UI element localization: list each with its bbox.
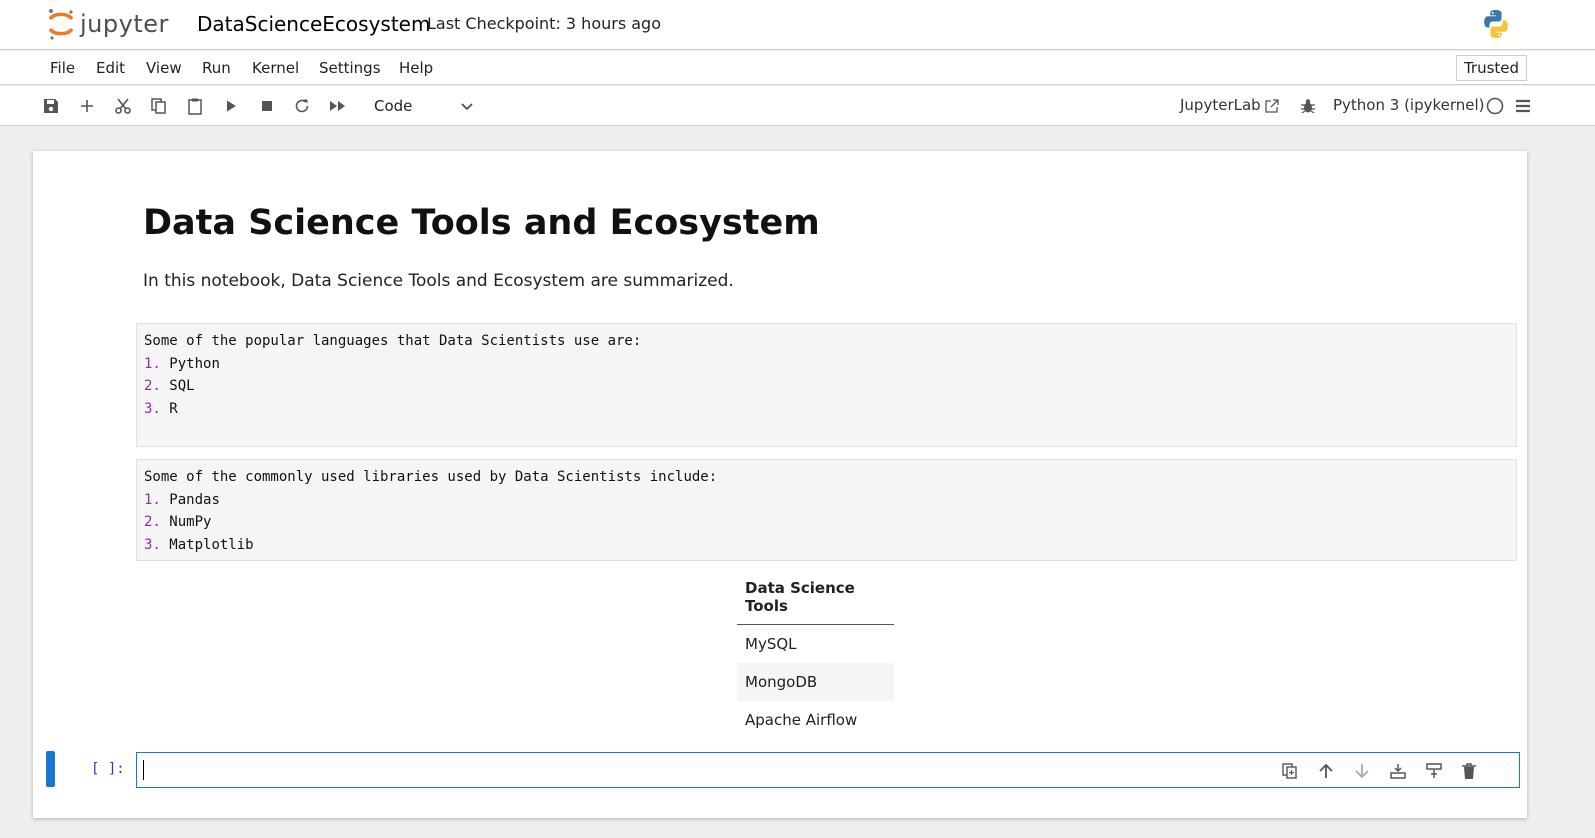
notebook-panel: Data Science Tools and Ecosystem In this… [33,151,1527,818]
list-item: Pandas [169,491,220,508]
text-cursor [143,760,144,780]
stop-icon[interactable] [256,95,278,117]
menu-edit[interactable]: Edit [96,59,125,77]
list-number: 2. [144,514,161,530]
python-logo-icon [1480,8,1512,44]
list-number: 1. [144,355,161,372]
insert-below-icon[interactable] [1424,761,1444,781]
jupyter-logo-icon [48,9,74,40]
logo-text: jupyter [80,10,169,38]
menu-run[interactable]: Run [202,59,231,77]
bug-icon[interactable] [1297,95,1319,117]
libraries-heading: Some of the commonly used libraries used… [144,469,718,485]
delete-cell-icon[interactable] [1459,761,1479,781]
run-icon[interactable] [220,95,242,117]
menu-bar: File Edit View Run Kernel Settings Help … [0,51,1595,85]
restart-icon[interactable] [291,95,313,117]
markdown-title: Data Science Tools and Ecosystem [143,203,820,243]
list-number: 1. [144,491,161,508]
active-cell-indicator[interactable] [46,751,55,787]
fast-forward-icon[interactable] [327,95,349,117]
table-header: Data Science Tools [737,571,894,625]
cell-type-select[interactable]: Code [364,92,484,120]
table-row: MySQL [737,625,894,663]
list-item: NumPy [169,514,212,530]
table-row: MongoDB [737,662,894,701]
menu-file[interactable]: File [50,59,75,77]
insert-above-icon[interactable] [1388,761,1408,781]
code-cell-input[interactable] [136,752,1520,788]
paste-icon[interactable] [184,95,206,117]
menu-hamburger-icon[interactable] [1512,95,1534,117]
list-item: Matplotlib [169,536,254,553]
languages-code-block: Some of the popular languages that Data … [136,323,1517,447]
list-number: 3. [144,536,161,553]
external-link-icon[interactable] [1261,95,1283,117]
trusted-button[interactable]: Trusted [1456,55,1527,81]
tools-table: Data Science Tools MySQL MongoDB Apache … [737,571,894,739]
checkpoint-status: Last Checkpoint: 3 hours ago [427,14,661,33]
move-down-icon[interactable] [1352,761,1372,781]
notebook-toolbar: Code JupyterLab Python 3 (ipykernel) [0,86,1595,126]
menu-settings[interactable]: Settings [319,59,381,77]
add-icon[interactable] [76,95,98,117]
table-cell: Apache Airflow [745,710,858,729]
table-header-row: Data Science Tools [737,571,894,625]
list-item: Python [169,355,220,372]
menu-view[interactable]: View [146,59,182,77]
move-up-icon[interactable] [1316,761,1336,781]
list-item: SQL [169,378,195,394]
duplicate-cell-icon[interactable] [1280,761,1300,781]
kernel-name[interactable]: Python 3 (ipykernel) [1333,96,1485,114]
chevron-down-icon [461,103,473,111]
jupyter-logo[interactable]: jupyter [46,6,169,42]
save-icon[interactable] [40,95,62,117]
list-number: 2. [144,378,161,394]
table-row: Apache Airflow [737,701,894,739]
copy-icon[interactable] [148,95,170,117]
list-item: R [169,400,178,417]
cut-icon[interactable] [112,95,134,117]
list-number: 3. [144,400,161,417]
top-bar: jupyter DataScienceEcosystem Last Checkp… [0,0,1595,50]
open-jupyterlab-link[interactable]: JupyterLab [1180,96,1261,114]
menu-kernel[interactable]: Kernel [252,59,299,77]
libraries-code-block: Some of the commonly used libraries used… [136,459,1517,561]
kernel-status-icon [1484,95,1506,117]
languages-heading: Some of the popular languages that Data … [144,333,642,349]
table-cell: MySQL [745,634,797,653]
menu-help[interactable]: Help [399,59,433,77]
notebook-title[interactable]: DataScienceEcosystem [197,12,430,36]
table-cell: MongoDB [737,662,894,701]
cell-type-value: Code [374,97,413,115]
cell-prompt: [ ]: [91,761,125,777]
markdown-intro: In this notebook, Data Science Tools and… [143,271,734,291]
